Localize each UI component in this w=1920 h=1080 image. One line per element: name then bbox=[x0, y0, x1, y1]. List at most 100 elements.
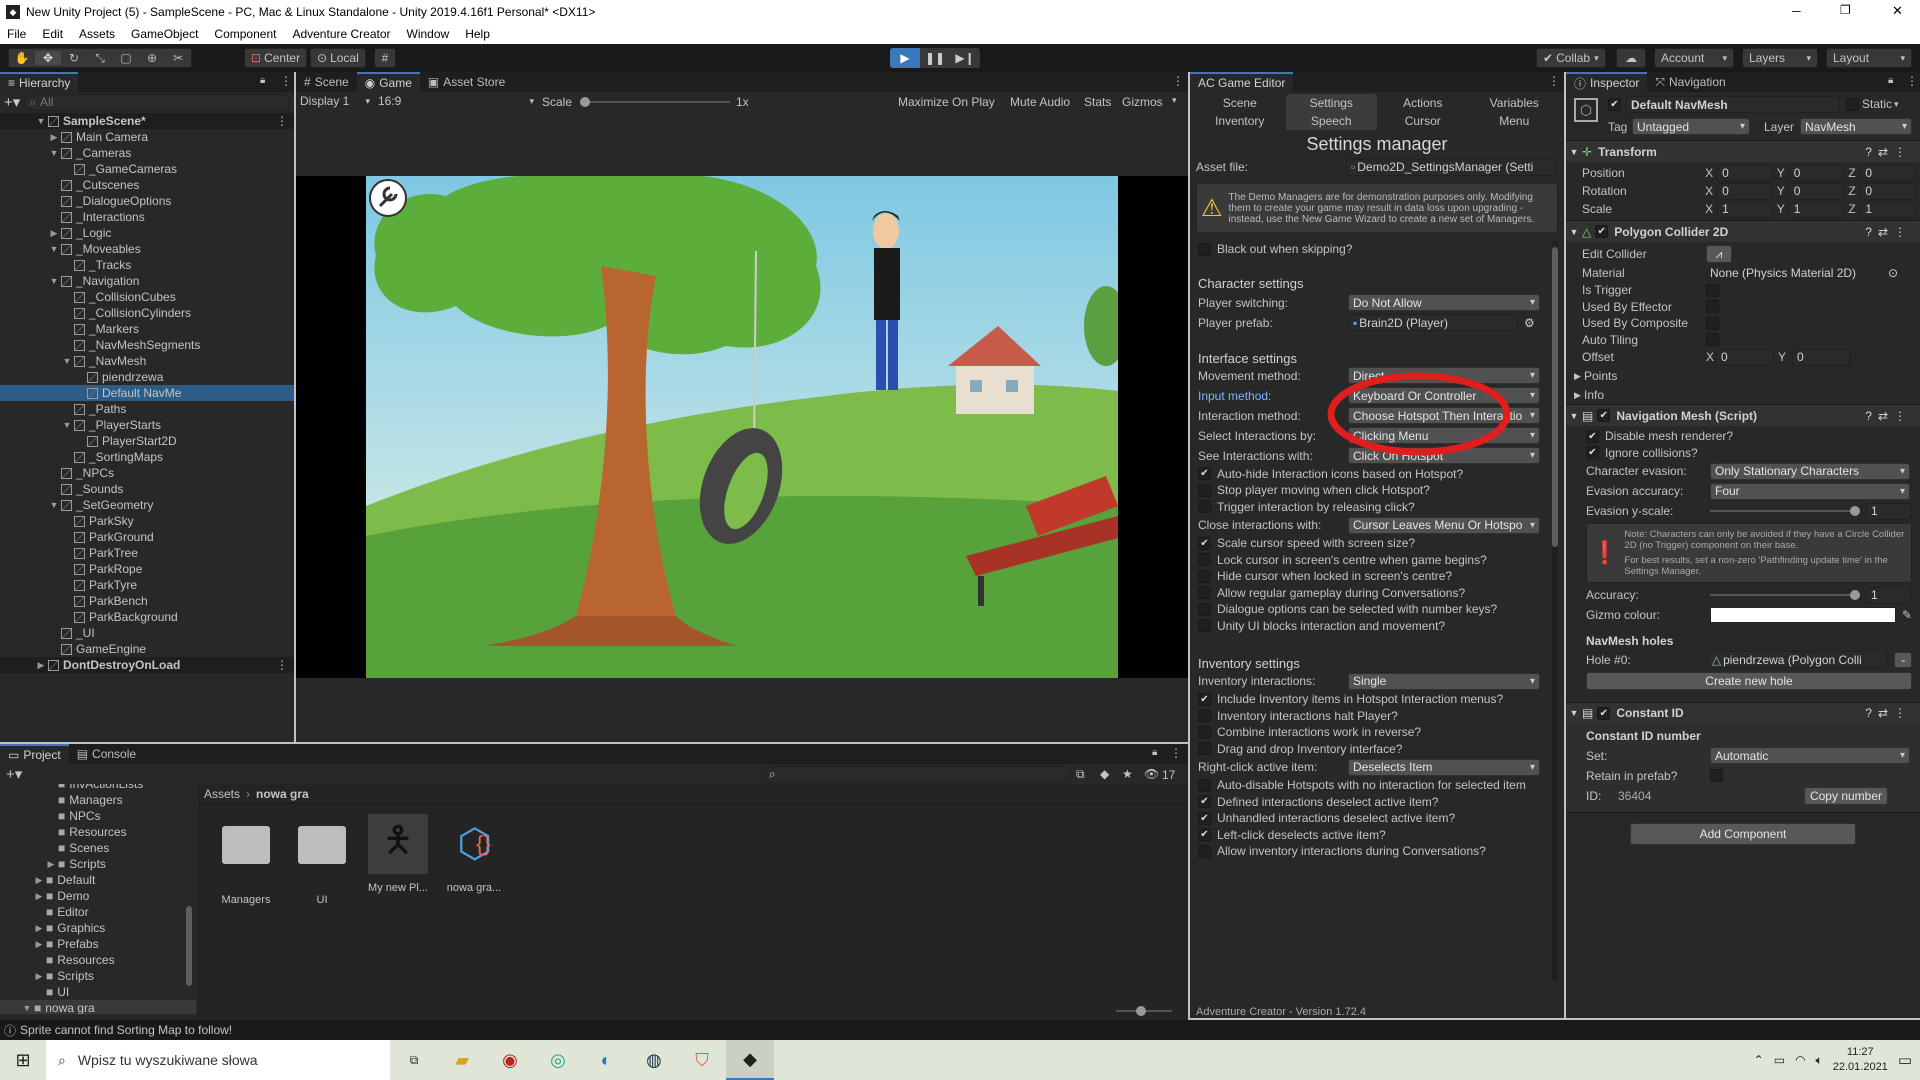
hierarchy-item[interactable]: ParkBackground bbox=[0, 609, 294, 625]
setting-dropdown[interactable]: Deselects Item bbox=[1348, 758, 1540, 776]
hierarchy-item[interactable]: _DialogueOptions bbox=[0, 193, 294, 209]
collider-flag-checkbox[interactable] bbox=[1706, 316, 1719, 330]
maximize-button[interactable]: ❐ bbox=[1840, 3, 1851, 17]
menu-gameobject[interactable]: GameObject bbox=[131, 27, 198, 41]
ac-scrollbar-thumb[interactable] bbox=[1552, 247, 1558, 547]
hierarchy-item[interactable]: _SortingMaps bbox=[0, 449, 294, 465]
project-tree-scrollbar[interactable] bbox=[186, 786, 192, 1016]
setting-checkbox[interactable] bbox=[1198, 569, 1211, 583]
tray-app-icon[interactable]: ▭ bbox=[1774, 1053, 1785, 1067]
edit-collider-button[interactable]: ⩘ bbox=[1706, 245, 1732, 263]
cloud-button[interactable]: ☁ bbox=[1616, 48, 1646, 68]
accuracy-field[interactable]: 1 bbox=[1866, 586, 1912, 604]
yscale-slider[interactable] bbox=[1710, 506, 1860, 516]
hierarchy-item[interactable]: _Cutscenes bbox=[0, 177, 294, 193]
scene-menu-icon[interactable]: ⋮ bbox=[276, 658, 288, 672]
tab-navigation[interactable]: ⤧ Navigation bbox=[1647, 72, 1733, 92]
hierarchy-item[interactable]: ▼ _Navigation bbox=[0, 273, 294, 289]
hierarchy-item[interactable]: PlayerStart2D bbox=[0, 433, 294, 449]
hierarchy-item[interactable]: _Paths bbox=[0, 401, 294, 417]
setting-checkbox[interactable]: ✔ bbox=[1198, 467, 1211, 481]
collab-dropdown[interactable]: ✔ Collab ▾ bbox=[1536, 48, 1606, 68]
app-icon-red[interactable]: ◉ bbox=[486, 1040, 534, 1080]
hidden-packages-icon[interactable]: 👁︎ bbox=[1144, 767, 1159, 781]
player-switching-dropdown[interactable]: Do Not Allow bbox=[1348, 294, 1540, 311]
transform-x-field[interactable]: 1 bbox=[1717, 200, 1773, 218]
folder-tree-item[interactable]: ▶ ■ Scripts bbox=[0, 856, 196, 872]
accuracy-slider[interactable] bbox=[1710, 590, 1860, 600]
expand-arrow-icon[interactable]: ▼ bbox=[62, 356, 72, 366]
tab-console[interactable]: ▤ Console bbox=[69, 744, 144, 764]
ac-tab-cursor[interactable]: Cursor bbox=[1377, 112, 1469, 130]
setting-checkbox[interactable] bbox=[1198, 586, 1211, 600]
scene-menu-icon[interactable]: ⋮ bbox=[276, 114, 288, 128]
unity-taskbar-icon[interactable]: ◆ bbox=[726, 1040, 774, 1080]
hand-tool-icon[interactable]: ✋ bbox=[9, 51, 35, 65]
folder-tree-item[interactable]: ▶ ■ Graphics bbox=[0, 920, 196, 936]
info-foldout[interactable]: ▶ Info bbox=[1574, 386, 1912, 404]
expand-arrow-icon[interactable]: ▶ bbox=[49, 132, 59, 143]
hierarchy-item[interactable]: _Interactions bbox=[0, 209, 294, 225]
hierarchy-item[interactable]: ▼ _PlayerStarts bbox=[0, 417, 294, 433]
inspector-lock-icon[interactable]: 🔒︎ bbox=[1888, 75, 1893, 86]
hierarchy-item[interactable]: _CollisionCylinders bbox=[0, 305, 294, 321]
hierarchy-item[interactable]: piendrzewa bbox=[0, 369, 294, 385]
folder-tree-item[interactable]: ■ Managers bbox=[0, 792, 196, 808]
transform-x-field[interactable]: 0 bbox=[1717, 164, 1773, 182]
rect-tool-icon[interactable]: ▢ bbox=[113, 51, 139, 65]
ac-tab-scene[interactable]: Scene bbox=[1194, 94, 1286, 112]
aspect-dropdown[interactable]: 16:9 ▾ bbox=[378, 94, 534, 108]
asset-file-field[interactable]: ▫ Demo2D_SettingsManager (Setti bbox=[1346, 158, 1556, 176]
tab-game[interactable]: ◉ Game bbox=[356, 72, 420, 92]
folder-tree-item[interactable]: ■ UI bbox=[0, 984, 196, 1000]
player-prefab-field[interactable]: ▪ Brain2D (Player) bbox=[1348, 314, 1518, 331]
filter-by-type-icon[interactable]: ⧉ bbox=[1076, 767, 1085, 782]
hierarchy-item[interactable]: ▼ _SetGeometry bbox=[0, 497, 294, 513]
setting-checkbox[interactable]: ✔ bbox=[1198, 828, 1211, 842]
tag-dropdown[interactable]: Untagged bbox=[1632, 118, 1750, 135]
ac-tab-settings[interactable]: Settings bbox=[1285, 94, 1377, 112]
setting-checkbox[interactable] bbox=[1198, 619, 1211, 633]
hierarchy-item[interactable]: ▼ _Moveables bbox=[0, 241, 294, 257]
tab-project[interactable]: ▭ Project bbox=[0, 744, 69, 764]
menu-edit[interactable]: Edit bbox=[42, 27, 63, 41]
menu-help[interactable]: Help bbox=[465, 27, 490, 41]
hierarchy-item[interactable]: _Sounds bbox=[0, 481, 294, 497]
hierarchy-item[interactable]: Default NavMe bbox=[0, 385, 294, 401]
folder-expand-arrow-icon[interactable]: ▶ bbox=[34, 923, 44, 934]
folder-tree-item[interactable]: ■ Resources bbox=[0, 824, 196, 840]
setting-checkbox[interactable] bbox=[1198, 844, 1211, 858]
folder-expand-arrow-icon[interactable]: ▼ bbox=[22, 1003, 32, 1013]
tab-asset-store[interactable]: ▣ Asset Store bbox=[420, 72, 513, 92]
static-dropdown[interactable]: Static ▾ bbox=[1862, 97, 1899, 111]
copy-number-button[interactable]: Copy number bbox=[1804, 786, 1888, 805]
layer-dropdown[interactable]: NavMesh bbox=[1800, 118, 1912, 135]
ac-tab-menu[interactable]: Menu bbox=[1469, 112, 1561, 130]
expand-arrow-icon[interactable]: ▼ bbox=[49, 500, 59, 510]
evasion-dropdown[interactable]: Only Stationary Characters bbox=[1710, 462, 1910, 480]
tab-scene[interactable]: # Scene bbox=[296, 72, 357, 92]
hierarchy-item[interactable]: _NPCs bbox=[0, 465, 294, 481]
collider-enabled-checkbox[interactable]: ✔ bbox=[1595, 225, 1609, 238]
layers-dropdown[interactable]: Layers ▾ bbox=[1742, 48, 1818, 68]
project-search-input[interactable]: ⌕ bbox=[764, 766, 1070, 783]
file-explorer-icon[interactable]: ▰ bbox=[438, 1040, 486, 1080]
pause-button[interactable]: ❚❚ bbox=[920, 48, 950, 68]
tray-up-arrow-icon[interactable]: ⌃ bbox=[1754, 1053, 1764, 1067]
hierarchy-item[interactable]: ▶ Main Camera bbox=[0, 129, 294, 145]
menu-window[interactable]: Window bbox=[407, 27, 450, 41]
polygon-collider-header[interactable]: ▼ △ ✔ Polygon Collider 2D ?⇄⋮ bbox=[1566, 220, 1920, 242]
hole-0-field[interactable]: △ piendrzewa (Polygon Colli bbox=[1706, 651, 1889, 668]
retain-checkbox[interactable] bbox=[1710, 769, 1723, 782]
menu-file[interactable]: File bbox=[7, 27, 26, 41]
hierarchy-item[interactable]: GameEngine bbox=[0, 641, 294, 657]
material-field[interactable]: None (Physics Material 2D) ⊙ bbox=[1706, 265, 1902, 282]
transform-y-field[interactable]: 0 bbox=[1788, 164, 1845, 182]
grid-snap-button[interactable]: # bbox=[374, 48, 396, 68]
component-help-icons[interactable]: ?⇄⋮ bbox=[1865, 145, 1912, 159]
hierarchy-item[interactable]: ▼ SampleScene* ⋮ bbox=[0, 113, 294, 129]
transform-z-field[interactable]: 1 bbox=[1860, 200, 1916, 218]
settings-wrench-icon[interactable] bbox=[369, 179, 407, 217]
setting-dropdown[interactable]: Single bbox=[1348, 672, 1540, 690]
active-checkbox[interactable]: ✔ bbox=[1608, 98, 1621, 111]
